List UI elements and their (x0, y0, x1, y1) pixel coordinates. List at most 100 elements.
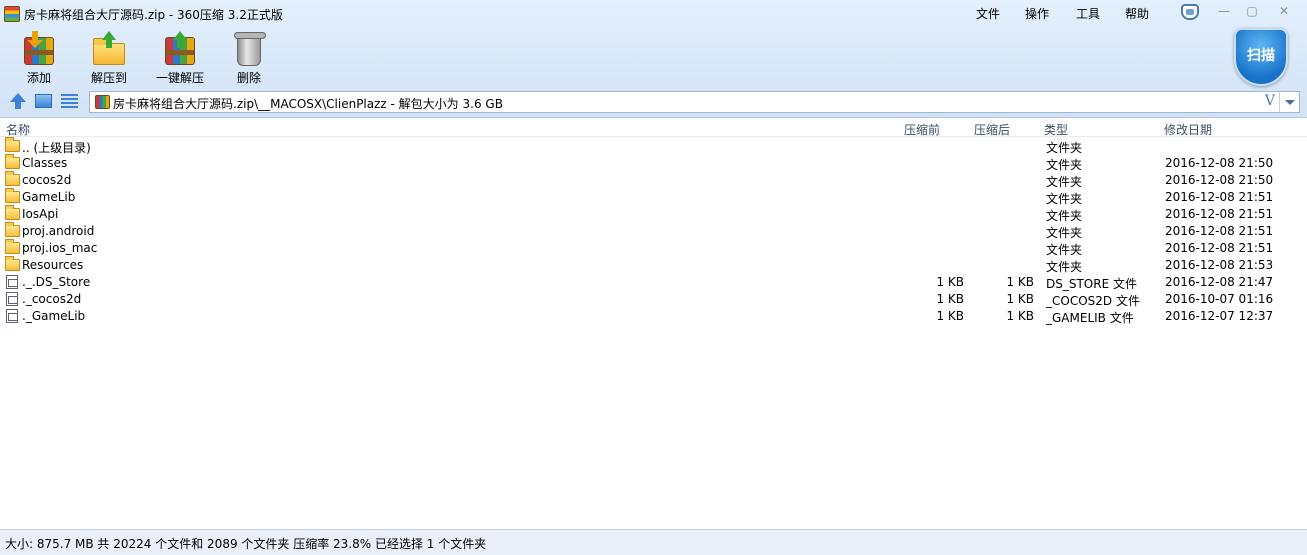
up-arrow-icon[interactable] (9, 93, 27, 109)
menu-operate[interactable]: 操作 (1025, 5, 1049, 22)
trash-icon (231, 31, 267, 67)
file-name: ._cocos2d (22, 292, 82, 306)
file-type: 文件夹 (1046, 192, 1083, 206)
address-path: 房卡麻将组合大厅源码.zip\__MACOSX\ClienPlazz - 解包大… (113, 97, 503, 111)
modified-date: 2016-12-08 21:51 (1165, 224, 1274, 238)
file-type: 文件夹 (1046, 243, 1083, 257)
status-text: 大小: 875.7 MB 共 20224 个文件和 2089 个文件夹 压缩率 … (5, 537, 487, 551)
modified-date: 2016-12-08 21:50 (1165, 173, 1274, 187)
file-type: DS_STORE 文件 (1046, 277, 1137, 291)
file-row[interactable]: Resources 文件夹 2016-12-08 21:53 (0, 256, 1307, 274)
modified-date: 2016-12-08 21:51 (1165, 241, 1274, 255)
file-name: proj.ios_mac (22, 241, 98, 255)
one-click-extract-icon (162, 31, 198, 67)
status-bar: 大小: 875.7 MB 共 20224 个文件和 2089 个文件夹 压缩率 … (0, 529, 1307, 555)
title-bar: 房卡麻将组合大厅源码.zip - 360压缩 3.2正式版 文件 操作 工具 帮… (0, 0, 1307, 28)
add-archive-icon (21, 31, 57, 67)
file-name: proj.android (22, 224, 95, 238)
delete-label: 删除 (236, 71, 261, 85)
file-name: ._GameLib (22, 309, 86, 323)
menu-file[interactable]: 文件 (976, 5, 1000, 22)
modified-date: 2016-12-08 21:53 (1165, 258, 1274, 272)
file-row[interactable]: GameLib 文件夹 2016-12-08 21:51 (0, 188, 1307, 206)
file-row[interactable]: ._cocos2d 1 KB 1 KB _COCOS2D 文件 2016-10-07 0… (0, 291, 1307, 308)
folder-icon (5, 171, 20, 186)
file-icon (6, 275, 18, 289)
file-type: _COCOS2D 文件 (1046, 294, 1140, 308)
menu-help[interactable]: 帮助 (1125, 5, 1149, 22)
add-button[interactable]: 添加 (14, 28, 64, 88)
folder-icon (5, 256, 20, 271)
folder-icon (5, 239, 20, 254)
file-type: 文件夹 (1046, 175, 1083, 189)
file-name: .. (上级目录) (22, 141, 91, 155)
file-row[interactable]: cocos2d 文件夹 2016-12-08 21:50 (0, 171, 1307, 189)
folder-icon (5, 137, 20, 152)
scan-shield-button[interactable]: 扫描 (1234, 28, 1288, 86)
folder-icon (5, 188, 20, 203)
file-list-header: 名称 压缩前 压缩后 类型 修改日期 (0, 119, 1307, 137)
file-type: 文件夹 (1046, 209, 1083, 223)
file-name: GameLib (22, 190, 76, 204)
column-original[interactable]: 压缩后 (974, 121, 1010, 138)
large-icon-view-icon[interactable] (35, 94, 52, 108)
folder-icon (5, 154, 20, 169)
window-title: 房卡麻将组合大厅源码.zip - 360压缩 3.2正式版 (24, 8, 283, 22)
file-name: ._.DS_Store (22, 275, 91, 289)
original-size: 1 KB (1006, 309, 1034, 323)
minimize-button[interactable]: — (1213, 3, 1235, 21)
app-icon (4, 6, 20, 22)
archive-icon (95, 95, 110, 109)
extract-to-label: 解压到 (90, 71, 127, 85)
maximize-button[interactable]: ▢ (1241, 3, 1263, 21)
file-row[interactable]: IosApi 文件夹 2016-12-08 21:51 (0, 205, 1307, 223)
file-type: _GAMELIB 文件 (1046, 311, 1134, 325)
file-name: Resources (22, 258, 84, 272)
menu-tools[interactable]: 工具 (1076, 5, 1100, 22)
compressed-size: 1 KB (936, 292, 964, 306)
file-type: 文件夹 (1046, 141, 1083, 155)
original-size: 1 KB (1006, 275, 1034, 289)
file-name: IosApi (22, 207, 59, 221)
file-row[interactable]: ._GameLib 1 KB 1 KB _GAMELIB 文件 2016-12-07 1… (0, 308, 1307, 325)
file-name: cocos2d (22, 173, 72, 187)
compressed-size: 1 KB (936, 309, 964, 323)
modified-date: 2016-12-08 21:50 (1165, 156, 1274, 170)
one-click-extract-button[interactable]: 一键解压 (150, 28, 210, 88)
file-row[interactable]: Classes 文件夹 2016-12-08 21:50 (0, 154, 1307, 172)
verify-v-icon[interactable]: V (1265, 93, 1275, 109)
address-dropdown-button[interactable] (1279, 92, 1299, 112)
folder-icon (5, 222, 20, 237)
column-compressed[interactable]: 压缩前 (904, 121, 940, 138)
add-label: 添加 (26, 71, 51, 85)
detail-view-icon[interactable] (61, 94, 78, 108)
folder-icon (5, 205, 20, 220)
file-row[interactable]: ._.DS_Store 1 KB 1 KB DS_STORE 文件 2016-12-08… (0, 274, 1307, 291)
one-click-extract-label: 一键解压 (155, 71, 204, 85)
extract-to-button[interactable]: 解压到 (84, 28, 134, 88)
modified-date: 2016-12-08 21:47 (1165, 275, 1274, 289)
file-name: Classes (22, 156, 68, 170)
original-size: 1 KB (1006, 292, 1034, 306)
modified-date: 2016-12-08 21:51 (1165, 207, 1274, 221)
close-button[interactable]: ✕ (1273, 3, 1295, 21)
compressed-size: 1 KB (936, 275, 964, 289)
file-icon (6, 309, 18, 323)
modified-date: 2016-12-07 12:37 (1165, 309, 1274, 323)
address-bar[interactable]: 房卡麻将组合大厅源码.zip\__MACOSX\ClienPlazz - 解包大… (89, 91, 1300, 113)
file-type: 文件夹 (1046, 226, 1083, 240)
column-modified[interactable]: 修改日期 (1164, 121, 1212, 138)
window-chrome: 房卡麻将组合大厅源码.zip - 360压缩 3.2正式版 文件 操作 工具 帮… (0, 0, 1307, 118)
modified-date: 2016-12-08 21:51 (1165, 190, 1274, 204)
file-type: 文件夹 (1046, 260, 1083, 274)
modified-date: 2016-10-07 01:16 (1165, 292, 1274, 306)
file-type: 文件夹 (1046, 158, 1083, 172)
column-type[interactable]: 类型 (1044, 121, 1068, 138)
file-row[interactable]: proj.ios_mac 文件夹 2016-12-08 21:51 (0, 239, 1307, 257)
delete-button[interactable]: 删除 (224, 28, 274, 88)
skin-shirt-icon[interactable] (1181, 4, 1199, 20)
extract-folder-icon (91, 31, 127, 67)
column-name[interactable]: 名称 (6, 121, 30, 138)
file-row[interactable]: .. (上级目录) 文件夹 (0, 137, 1307, 155)
file-row[interactable]: proj.android 文件夹 2016-12-08 21:51 (0, 222, 1307, 240)
